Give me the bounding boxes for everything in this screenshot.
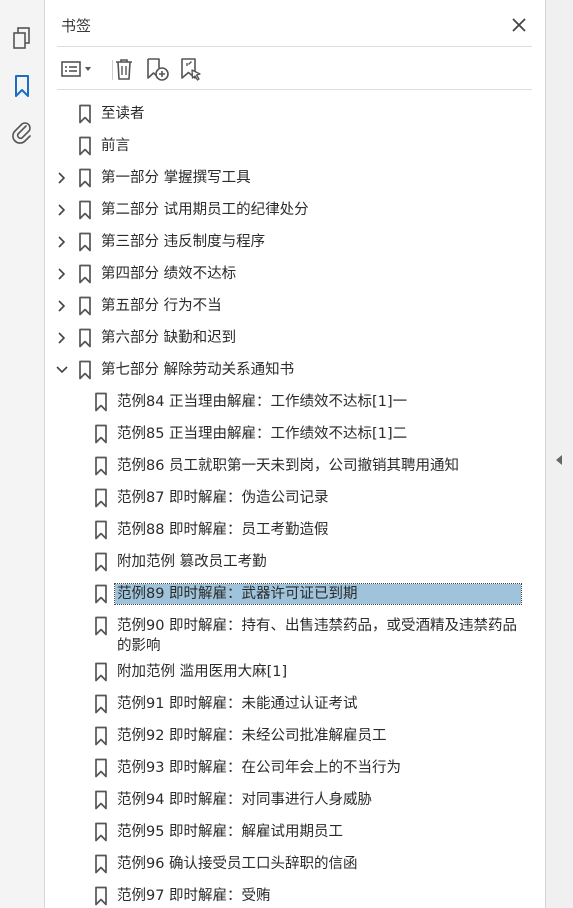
bookmark-icon <box>93 424 109 444</box>
bookmark-icon <box>93 520 109 540</box>
bookmark-icon <box>77 328 93 348</box>
delete-bookmark-button[interactable] <box>111 55 137 83</box>
bookmark-item[interactable]: 第一部分 掌握撰写工具 <box>45 162 523 194</box>
bookmark-item[interactable]: 范例91 即时解雇：未能通过认证考试 <box>45 688 523 720</box>
bookmark-item[interactable]: 第二部分 试用期员工的纪律处分 <box>45 194 523 226</box>
bookmark-label: 第二部分 试用期员工的纪律处分 <box>101 202 309 218</box>
bookmark-item[interactable]: 至读者 <box>45 98 523 130</box>
bookmark-label: 至读者 <box>101 106 145 122</box>
bookmark-item[interactable]: 附加范例 滥用医用大麻[1] <box>45 656 523 688</box>
bookmark-item[interactable]: 第六部分 缺勤和迟到 <box>45 322 523 354</box>
bookmark-item[interactable]: 范例85 正当理由解雇：工作绩效不达标[1]二 <box>45 418 523 450</box>
bookmark-tree: 至读者前言第一部分 掌握撰写工具第二部分 试用期员工的纪律处分 第三部分 违反制度… <box>45 98 523 908</box>
bookmark-label: 范例84 正当理由解雇：工作绩效不达标[1]一 <box>117 394 408 410</box>
bookmark-label: 范例85 正当理由解雇：工作绩效不达标[1]二 <box>117 426 408 442</box>
chevron-right-icon[interactable] <box>54 330 70 346</box>
add-bookmark-button[interactable] <box>143 55 171 83</box>
options-menu-button[interactable] <box>59 55 95 83</box>
bookmark-label: 范例88 即时解雇：员工考勤造假 <box>117 522 329 538</box>
divider <box>57 46 532 47</box>
bookmark-icon <box>77 264 93 284</box>
bookmark-label: 范例97 即时解雇：受贿 <box>117 888 271 904</box>
bookmark-item[interactable]: 第四部分 绩效不达标 <box>45 258 523 290</box>
bookmark-label: 前言 <box>101 138 130 154</box>
bookmark-icon <box>93 662 109 682</box>
bookmark-icon[interactable] <box>8 72 36 100</box>
bookmark-icon <box>93 694 109 714</box>
bookmark-label: 第一部分 掌握撰写工具 <box>101 170 251 186</box>
bookmark-item[interactable]: 前言 <box>45 130 523 162</box>
bookmark-item[interactable]: 范例88 即时解雇：员工考勤造假 <box>45 514 523 546</box>
bookmark-item[interactable]: 范例97 即时解雇：受贿 <box>45 880 523 908</box>
bookmark-icon <box>93 392 109 412</box>
bookmark-item[interactable]: 范例92 即时解雇：未经公司批准解雇员工 <box>45 720 523 752</box>
bookmark-icon <box>93 886 109 906</box>
bookmark-icon <box>77 296 93 316</box>
bookmark-icon <box>93 790 109 810</box>
bookmark-label: 第四部分 绩效不达标 <box>101 266 237 282</box>
bookmark-label: 范例93 即时解雇：在公司年会上的不当行为 <box>117 760 402 776</box>
divider <box>57 89 532 90</box>
bookmark-label: 第七部分 解除劳动关系通知书 <box>101 362 295 378</box>
bookmark-label: 范例90 即时解雇：持有、出售违禁药品，或受酒精及违禁药品的影响 <box>117 618 518 654</box>
close-icon[interactable] <box>509 15 529 35</box>
chevron-right-icon[interactable] <box>54 266 70 282</box>
bookmark-icon <box>93 758 109 778</box>
bookmark-label: 范例96 确认接受员工口头辞职的信函 <box>117 856 358 872</box>
bookmarks-panel: 书签 至读者 前言 第一部分 掌握撰写工具 第二部分 试用期员工的纪律处分 第三… <box>45 0 573 908</box>
bookmark-item[interactable]: 范例84 正当理由解雇：工作绩效不达标[1]一 <box>45 386 523 418</box>
bookmark-item[interactable]: 范例86 员工就职第一天未到岗，公司撤销其聘用通知 <box>45 450 523 482</box>
bookmark-label: 范例95 即时解雇：解雇试用期员工 <box>117 824 344 840</box>
bookmark-item[interactable]: 范例87 即时解雇：伪造公司记录 <box>45 482 523 514</box>
bookmark-icon <box>77 200 93 220</box>
panel-title: 书签 <box>61 17 92 35</box>
bookmark-icon <box>77 168 93 188</box>
bookmark-item[interactable]: 范例96 确认接受员工口头辞职的信函 <box>45 848 523 880</box>
bookmark-icon <box>93 616 109 636</box>
bookmark-item[interactable]: 范例94 即时解雇：对同事进行人身威胁 <box>45 784 523 816</box>
bookmark-toolbar <box>57 52 532 86</box>
bookmark-icon <box>93 822 109 842</box>
bookmark-icon <box>77 136 93 156</box>
bookmark-label: 范例89 即时解雇：武器许可证已到期 <box>114 583 522 605</box>
bookmark-item[interactable]: 范例93 即时解雇：在公司年会上的不当行为 <box>45 752 523 784</box>
bookmark-icon <box>93 854 109 874</box>
bookmark-icon <box>93 552 109 572</box>
chevron-right-icon[interactable] <box>54 202 70 218</box>
bookmark-icon <box>77 232 93 252</box>
bookmark-item[interactable]: 第三部分 违反制度与程序 <box>45 226 523 258</box>
chevron-right-icon[interactable] <box>54 298 70 314</box>
bookmark-label: 范例87 即时解雇：伪造公司记录 <box>117 490 329 506</box>
bookmark-label: 范例94 即时解雇：对同事进行人身威胁 <box>117 792 373 808</box>
bookmark-icon <box>93 488 109 508</box>
bookmark-label: 第五部分 行为不当 <box>101 298 222 314</box>
collapse-strip <box>545 0 573 908</box>
bookmark-item[interactable]: 范例89 即时解雇：武器许可证已到期 <box>45 578 523 610</box>
bookmark-label: 范例92 即时解雇：未经公司批准解雇员工 <box>117 728 387 744</box>
pages-icon[interactable] <box>8 24 36 52</box>
chevron-right-icon[interactable] <box>54 234 70 250</box>
bookmark-icon <box>93 584 109 604</box>
bookmark-item[interactable]: 第五部分 行为不当 <box>45 290 523 322</box>
bookmark-label: 附加范例 滥用医用大麻[1] <box>117 664 288 680</box>
bookmark-icon <box>93 726 109 746</box>
bookmark-icon <box>77 360 93 380</box>
bookmark-label: 第三部分 违反制度与程序 <box>101 234 266 250</box>
bookmark-label: 范例86 员工就职第一天未到岗，公司撤销其聘用通知 <box>117 458 460 474</box>
chevron-right-icon[interactable] <box>54 170 70 186</box>
bookmark-item[interactable]: 范例95 即时解雇：解雇试用期员工 <box>45 816 523 848</box>
collapse-panel-arrow-icon[interactable] <box>550 445 568 475</box>
bookmark-item[interactable]: 第七部分 解除劳动关系通知书 <box>45 354 523 386</box>
left-rail <box>0 0 45 908</box>
bookmark-label: 附加范例 篡改员工考勤 <box>117 554 267 570</box>
bookmark-label: 范例91 即时解雇：未能通过认证考试 <box>117 696 358 712</box>
bookmark-item[interactable]: 附加范例 篡改员工考勤 <box>45 546 523 578</box>
bookmark-label: 第六部分 缺勤和迟到 <box>101 330 237 346</box>
attachment-icon[interactable] <box>8 118 36 146</box>
bookmark-icon <box>77 104 93 124</box>
bookmark-icon <box>93 456 109 476</box>
new-bookmark-from-structure-button[interactable] <box>177 55 205 83</box>
bookmark-item[interactable]: 范例90 即时解雇：持有、出售违禁药品，或受酒精及违禁药品的影响 <box>45 610 523 656</box>
chevron-down-icon[interactable] <box>54 362 70 378</box>
